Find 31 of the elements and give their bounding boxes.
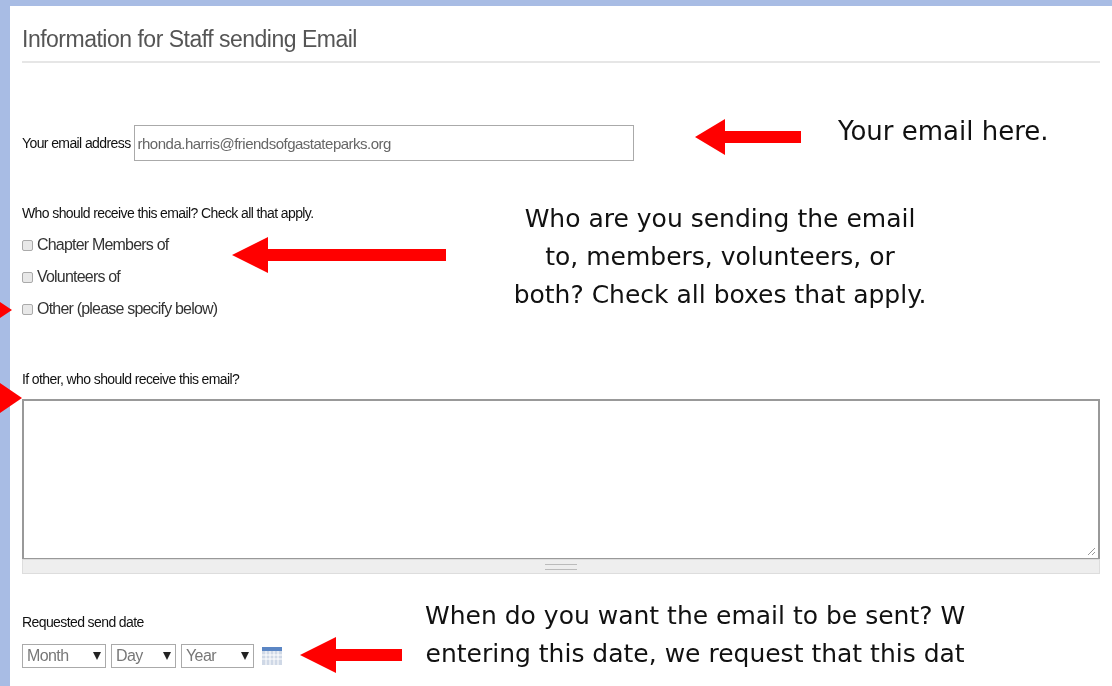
arrow-icon xyxy=(0,383,22,413)
checkbox[interactable] xyxy=(22,303,33,315)
date-label: Requested send date xyxy=(22,614,144,630)
caret-icon xyxy=(163,652,171,660)
select-value: Day xyxy=(116,647,143,665)
annotation-text: Your email here. xyxy=(838,115,1049,148)
arrow-icon xyxy=(232,237,446,273)
annotation-text: When do you want the email to be sent? W entering this date, we request that this dat xyxy=(425,600,966,670)
calendar-icon[interactable] xyxy=(262,647,282,665)
date-select[interactable]: Month xyxy=(22,644,106,668)
date-select[interactable]: Year xyxy=(181,644,254,668)
caret-icon xyxy=(93,652,101,660)
select-value: Month xyxy=(27,647,69,665)
option-label: Volunteers of xyxy=(37,268,120,286)
option-label: Other (please specify below) xyxy=(37,300,218,318)
other-label: If other, who should receive this email? xyxy=(22,371,240,387)
select-value: Year xyxy=(186,647,216,665)
date-select[interactable]: Day xyxy=(111,644,176,668)
option-label: Chapter Members of xyxy=(37,236,169,254)
checkbox[interactable] xyxy=(22,239,33,251)
recipients-question: Who should receive this email? Check all that apply. xyxy=(22,205,314,221)
arrow-icon xyxy=(695,119,801,155)
annotation-text: Who are you sending the email to, members, volunteers, or both? Check all boxes that apply. xyxy=(512,203,928,311)
email-label: Your email address xyxy=(22,135,131,151)
arrow-icon xyxy=(0,302,12,318)
email-field[interactable]: rhonda.harris@friendsofgastateparks.org xyxy=(133,125,634,161)
section-heading: Information for Staff sending Email xyxy=(22,20,1100,63)
resize-grip-icon[interactable] xyxy=(1086,546,1096,556)
arrow-icon xyxy=(300,637,402,673)
checkbox[interactable] xyxy=(22,271,33,283)
caret-icon xyxy=(241,652,249,660)
